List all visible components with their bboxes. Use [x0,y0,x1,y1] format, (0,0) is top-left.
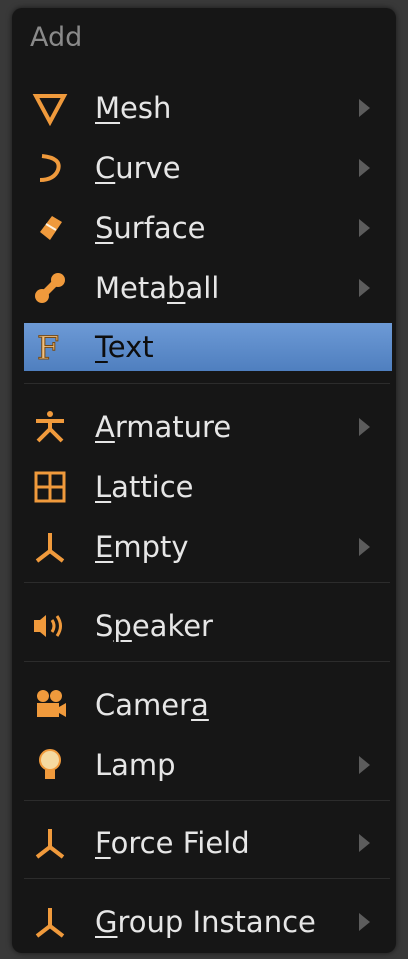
surface-icon [32,210,68,246]
menu-item-label: Lattice [95,469,194,504]
menu-item-label: Group Instance [95,904,316,939]
lamp-icon [32,747,68,783]
menu-item-force-field[interactable]: Force Field [24,813,392,872]
menu-item-label: Mesh [95,90,172,125]
mesh-icon [32,90,68,126]
speaker-icon [32,608,68,644]
menu-item-mesh[interactable]: Mesh [24,78,392,137]
menu-title: Add [30,22,83,53]
submenu-arrow-icon [359,912,370,931]
submenu-arrow-icon [359,218,370,237]
metaball-icon [32,270,68,306]
menu-separator [24,800,390,801]
submenu-arrow-icon [359,417,370,436]
menu-item-label: Metaball [95,270,220,305]
submenu-arrow-icon [359,537,370,556]
menu-separator [24,661,390,662]
menu-item-surface[interactable]: Surface [24,198,392,257]
submenu-arrow-icon [359,278,370,297]
menu-item-empty[interactable]: Empty [24,517,392,576]
curve-icon [32,150,68,186]
menu-item-label: Lamp [95,747,176,782]
menu-item-label: Empty [95,529,189,564]
menu-item-text[interactable]: F Text [24,323,392,371]
text-icon: F [32,329,68,365]
menu-item-label: Speaker [95,608,213,643]
svg-text:F: F [37,329,59,365]
menu-item-camera[interactable]: Camera [24,675,392,734]
menu-item-lamp[interactable]: Lamp [24,735,392,794]
menu-item-metaball[interactable]: Metaball [24,258,392,317]
menu-item-label: Camera [95,687,209,722]
menu-item-curve[interactable]: Curve [24,138,392,197]
menu-separator [24,878,390,879]
menu-separator [24,582,390,583]
menu-separator [24,383,390,384]
menu-item-label: Armature [95,409,232,444]
submenu-arrow-icon [359,158,370,177]
menu-item-group-instance[interactable]: Group Instance [24,892,392,951]
lattice-icon [32,469,68,505]
empty-icon [32,529,68,565]
group-instance-icon [32,904,68,940]
submenu-arrow-icon [359,833,370,852]
menu-item-label: Curve [95,150,181,185]
camera-icon [32,687,68,723]
menu-item-speaker[interactable]: Speaker [24,596,392,655]
submenu-arrow-icon [359,755,370,774]
menu-item-label: Force Field [95,825,250,860]
menu-item-armature[interactable]: Armature [24,397,392,456]
menu-item-lattice[interactable]: Lattice [24,457,392,516]
menu-item-label: Text [95,330,154,364]
force-field-icon [32,825,68,861]
armature-icon [32,409,68,445]
submenu-arrow-icon [359,98,370,117]
menu-item-label: Surface [95,210,206,245]
